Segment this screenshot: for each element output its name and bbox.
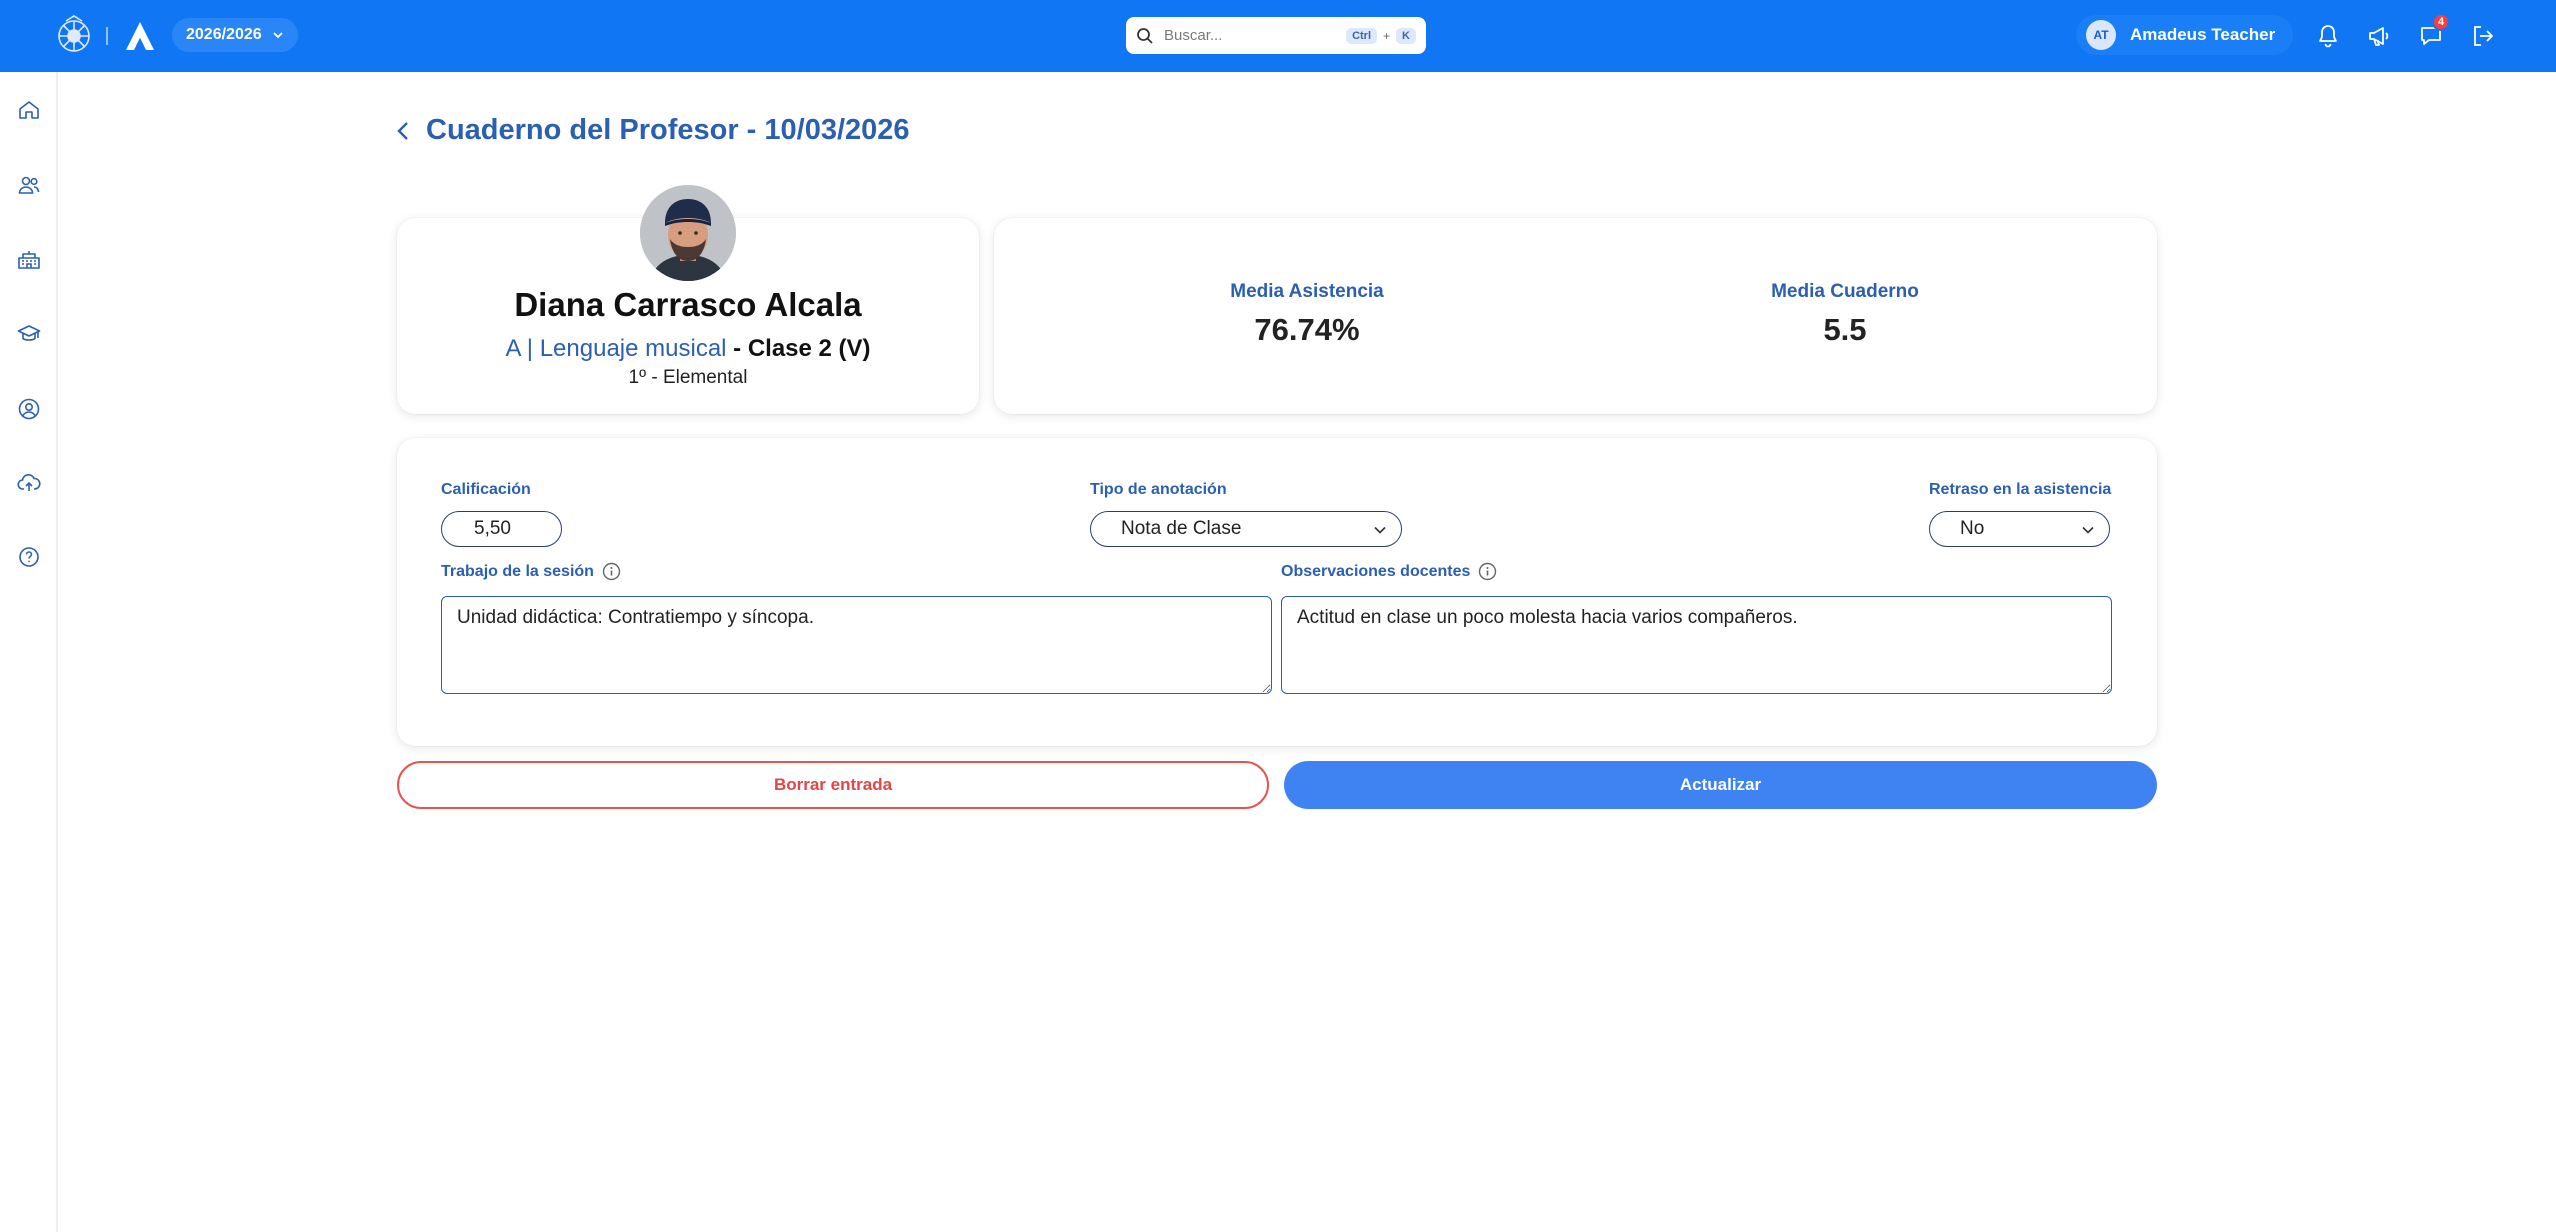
chat-icon[interactable]: 4 — [2416, 13, 2450, 51]
teacher-observations-label: Observaciones docentes — [1281, 562, 1497, 581]
academic-year-selector[interactable]: 2026/2026 — [172, 18, 298, 52]
search-shortcut: Ctrl + K — [1346, 27, 1416, 44]
academic-year-label: 2026/2026 — [186, 26, 262, 43]
top-navigation-bar: 2026/2026 Ctrl + K AT Amadeus Teacher 4 — [0, 0, 2556, 72]
attendance-delay-label: Retraso en la asistencia — [1929, 481, 2111, 499]
annotation-type-select[interactable]: Nota de Clase — [1090, 511, 1402, 547]
notebook-average-label: Media Cuaderno — [1771, 281, 1919, 302]
session-work-label: Trabajo de la sesión — [441, 562, 621, 581]
chevron-down-icon — [1374, 526, 1386, 534]
grade-label-text: Calificación — [441, 481, 531, 498]
logout-icon[interactable] — [2468, 21, 2498, 51]
info-icon[interactable] — [602, 562, 621, 581]
notebook-average-value: 5.5 — [1823, 312, 1867, 347]
annotation-type-value: Nota de Clase — [1121, 518, 1242, 539]
attendance-delay-select[interactable]: No — [1929, 511, 2110, 547]
home-icon[interactable] — [14, 95, 44, 125]
annotation-type-label: Tipo de anotación — [1090, 481, 1227, 499]
cloud-upload-icon[interactable] — [14, 468, 44, 498]
institution-crest-logo[interactable] — [52, 14, 96, 58]
annotation-type-label-text: Tipo de anotación — [1090, 481, 1227, 498]
back-chevron-icon[interactable] — [392, 119, 416, 143]
kbd-plus: + — [1383, 28, 1391, 43]
update-button[interactable]: Actualizar — [1284, 761, 2157, 809]
student-class: A | Lenguaje musical - Clase 2 (V) — [397, 335, 979, 363]
grade-label: Calificación — [441, 481, 531, 499]
student-level: 1º - Elemental — [628, 367, 748, 388]
chevron-down-icon — [2082, 526, 2094, 534]
help-icon[interactable] — [14, 542, 44, 572]
annotation-form — [397, 438, 2157, 746]
session-work-label-text: Trabajo de la sesión — [441, 562, 594, 580]
user-circle-icon[interactable] — [14, 394, 44, 424]
sidebar — [0, 72, 58, 1232]
global-search[interactable]: Ctrl + K — [1126, 17, 1426, 54]
search-input[interactable] — [1164, 27, 1324, 44]
grade-input[interactable] — [441, 511, 562, 547]
teacher-observations-textarea[interactable]: Actitud en clase un poco molesta hacia v… — [1281, 596, 2112, 694]
user-avatar: AT — [2086, 20, 2116, 50]
page-header: Cuaderno del Profesor - 10/03/2026 — [392, 114, 910, 147]
graduation-cap-icon[interactable] — [14, 319, 44, 349]
page-title: Cuaderno del Profesor - 10/03/2026 — [426, 114, 910, 146]
chevron-down-icon — [273, 32, 283, 39]
delete-entry-button[interactable]: Borrar entrada — [397, 761, 1269, 809]
session-work-textarea[interactable]: Unidad didáctica: Contratiempo y síncopa… — [441, 596, 1272, 694]
user-menu[interactable]: AT Amadeus Teacher — [2076, 15, 2294, 55]
logo-divider — [106, 27, 108, 45]
megaphone-icon[interactable] — [2364, 21, 2394, 51]
class-group: A | Lenguaje musical — [505, 335, 727, 362]
student-photo — [640, 185, 736, 281]
info-icon[interactable] — [1478, 562, 1497, 581]
attendance-delay-label-text: Retraso en la asistencia — [1929, 481, 2112, 498]
bell-icon[interactable] — [2313, 21, 2343, 51]
users-icon[interactable] — [14, 170, 44, 200]
kbd-ctrl: Ctrl — [1346, 27, 1378, 44]
search-icon — [1137, 27, 1153, 44]
attendance-average-value: 76.74% — [1254, 312, 1360, 347]
user-name: Amadeus Teacher — [2130, 25, 2276, 44]
student-name: Diana Carrasco Alcala — [514, 286, 862, 323]
messages-badge: 4 — [2432, 13, 2450, 31]
attendance-delay-value: No — [1960, 518, 1985, 539]
kbd-k: K — [1396, 27, 1416, 44]
app-logo[interactable] — [122, 18, 158, 54]
class-session: - Clase 2 (V) — [726, 335, 871, 362]
school-icon[interactable] — [14, 245, 44, 275]
attendance-average-label: Media Asistencia — [1230, 281, 1384, 302]
teacher-observations-label-text: Observaciones docentes — [1281, 562, 1471, 580]
